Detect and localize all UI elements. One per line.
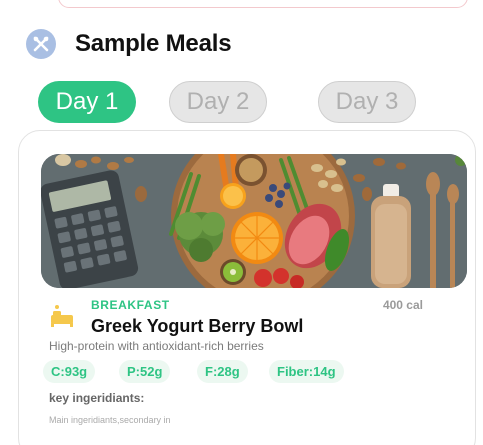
- meal-type-label: BREAKFAST: [91, 298, 170, 312]
- tab-day-2[interactable]: Day 2: [169, 81, 267, 123]
- section-title: Sample Meals: [75, 30, 232, 57]
- day-tabs: Day 1 Day 2 Day 3: [0, 81, 483, 125]
- tab-day-1[interactable]: Day 1: [38, 81, 136, 123]
- utensils-icon: [26, 29, 56, 59]
- macro-fiber-chip: Fiber:14g: [269, 360, 344, 383]
- macro-list: C:93g P:52g F:28g Fiber:14g: [43, 360, 463, 384]
- meal-name: Greek Yogurt Berry Bowl: [91, 316, 304, 336]
- macro-fat-chip: F:28g: [197, 360, 248, 383]
- ingredients-text: Main ingeridiants,secondary in: [49, 415, 171, 425]
- meal-calories: 400 cal: [382, 298, 423, 312]
- macro-protein-chip: P:52g: [119, 360, 171, 383]
- meal-card[interactable]: BREAKFAST 400 cal Greek Yogurt Berry Bow…: [18, 130, 476, 445]
- ingredients-label: key ingeridiants:: [49, 391, 145, 405]
- meal-photo: [41, 154, 467, 288]
- meal-description: High-protein with antioxidant-rich berri…: [49, 339, 264, 353]
- tab-day-3[interactable]: Day 3: [318, 81, 416, 123]
- previous-card-edge: [58, 0, 468, 8]
- section-header: Sample Meals: [26, 28, 232, 60]
- macro-carbs-chip: C:93g: [43, 360, 96, 383]
- breakfast-icon: [49, 303, 75, 329]
